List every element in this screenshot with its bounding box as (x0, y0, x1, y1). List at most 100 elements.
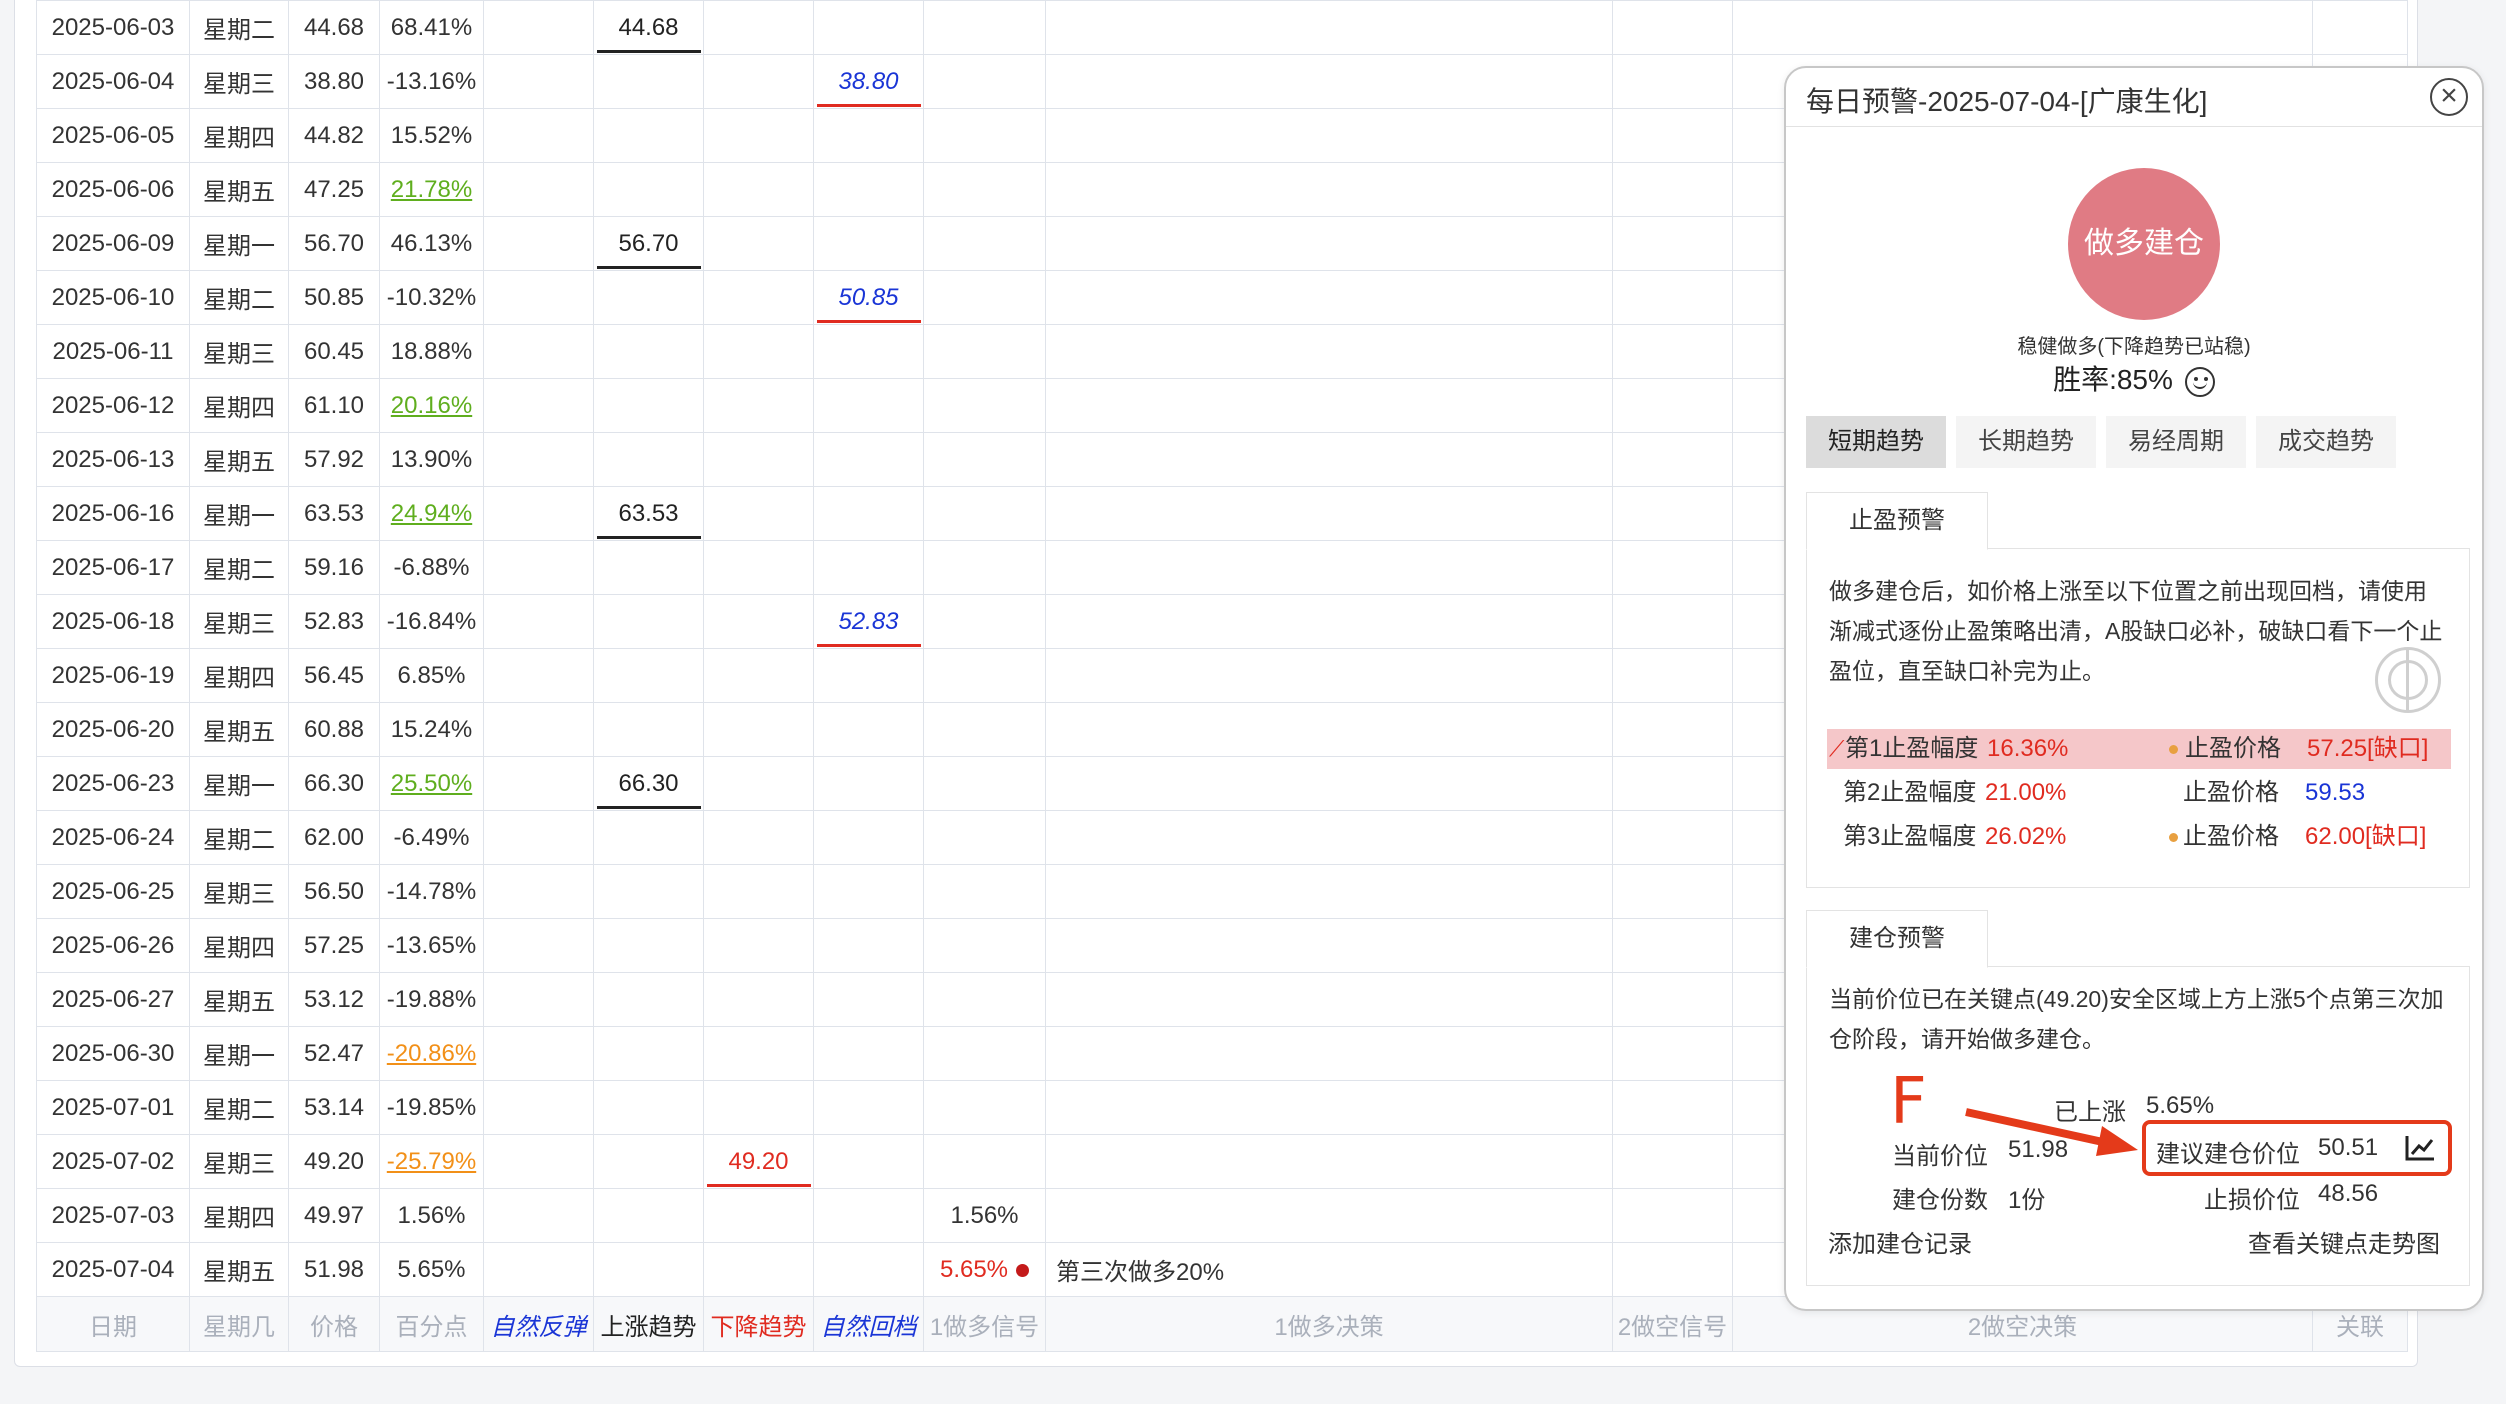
percent-cell: -25.79% (379, 1134, 484, 1189)
tab-long-term[interactable]: 长期趋势 (1956, 416, 2096, 468)
up-trend-value: 56.70 (596, 219, 701, 269)
footer-header-cell[interactable]: 价格 (288, 1296, 380, 1352)
up-trend-cell (593, 594, 704, 649)
percent-value: -10.32% (386, 283, 477, 311)
price-cell: 47.25 (288, 162, 380, 217)
build-text: 当前价位已在关键点(49.20)安全区域上方上涨5个点第三次加仓阶段，请开始做多… (1829, 986, 2444, 1052)
weekday-cell: 星期二 (189, 0, 289, 55)
pullback-value: 50.85 (816, 273, 921, 323)
tab-yijing-cycle[interactable]: 易经周期 (2106, 416, 2246, 468)
gap-dot-icon (2169, 833, 2178, 842)
footer-header-cell[interactable]: 百分点 (379, 1296, 484, 1352)
natural-rebound-cell (483, 216, 594, 271)
long-signal-cell (923, 756, 1046, 811)
footer-header-cell[interactable]: 2做空信号 (1612, 1296, 1733, 1352)
long-decision-value: 第三次做多20% (1056, 1259, 1225, 1286)
up-trend-cell (593, 1242, 704, 1297)
date-cell: 2025-06-16 (36, 486, 190, 541)
down-trend-cell (703, 378, 814, 433)
build-tab[interactable]: 建仓预警 (1806, 910, 1988, 968)
percent-value: 1.56% (397, 1201, 466, 1229)
natural-pullback-cell (813, 324, 924, 379)
footer-header-cell[interactable]: 自然反弹 (483, 1296, 594, 1352)
natural-rebound-cell (483, 378, 594, 433)
short-signal-cell (1612, 1188, 1733, 1243)
natural-rebound-cell (483, 162, 594, 217)
annotation-arrow-icon (1965, 1108, 2138, 1156)
take-profit-tab[interactable]: 止盈预警 (1806, 492, 1988, 550)
footer-header-cell[interactable]: 下降趋势 (703, 1296, 814, 1352)
natural-rebound-cell (483, 810, 594, 865)
footer-header-cell[interactable]: 1做多决策 (1045, 1296, 1613, 1352)
long-signal-value: 1.56% (950, 1201, 1019, 1229)
date-cell: 2025-07-04 (36, 1242, 190, 1297)
natural-rebound-cell (483, 54, 594, 109)
suggest-price-value: 50.51 (2318, 1134, 2379, 1161)
take-profit-level-3: 第3止盈幅度 26.02% 止盈价格 62.00[缺口] (1829, 817, 2449, 857)
natural-pullback-cell (813, 108, 924, 163)
date-cell: 2025-06-30 (36, 1026, 190, 1081)
date-cell: 2025-06-17 (36, 540, 190, 595)
percent-value: -13.16% (386, 67, 477, 95)
related-cell (2312, 0, 2408, 55)
tab-volume-trend[interactable]: 成交趋势 (2256, 416, 2396, 468)
natural-rebound-cell (483, 1188, 594, 1243)
short-signal-cell (1612, 270, 1733, 325)
price-cell: 56.50 (288, 864, 380, 919)
percent-cell: 24.94% (379, 486, 484, 541)
up-trend-cell: 44.68 (593, 0, 704, 55)
price-cell: 52.83 (288, 594, 380, 649)
natural-rebound-cell (483, 1242, 594, 1297)
natural-pullback-cell (813, 1242, 924, 1297)
add-record-link[interactable]: 添加建仓记录 (1828, 1224, 1972, 1259)
natural-pullback-cell (813, 864, 924, 919)
footer-header-cell[interactable]: 自然回档 (813, 1296, 924, 1352)
footer-header-cell[interactable]: 上涨趋势 (593, 1296, 704, 1352)
natural-pullback-cell: 52.83 (813, 594, 924, 649)
level-price: 62.00[缺口] (2305, 823, 2427, 850)
percent-cell: 6.85% (379, 648, 484, 703)
footer-header-cell[interactable]: 日期 (36, 1296, 190, 1352)
natural-pullback-cell (813, 432, 924, 487)
percent-value[interactable]: 20.16% (391, 392, 472, 419)
long-signal-cell (923, 54, 1046, 109)
down-trend-cell (703, 432, 814, 487)
date-cell: 2025-07-02 (36, 1134, 190, 1189)
natural-pullback-cell (813, 972, 924, 1027)
weekday-cell: 星期三 (189, 594, 289, 649)
percent-value[interactable]: 21.78% (391, 176, 472, 203)
long-signal-cell (923, 918, 1046, 973)
price-cell: 44.82 (288, 108, 380, 163)
date-cell: 2025-06-18 (36, 594, 190, 649)
percent-value[interactable]: 24.94% (391, 500, 472, 527)
price-cell: 62.00 (288, 810, 380, 865)
tab-short-term[interactable]: 短期趋势 (1806, 416, 1946, 468)
long-signal-cell (923, 540, 1046, 595)
short-signal-cell (1612, 1134, 1733, 1189)
down-trend-cell (703, 270, 814, 325)
percent-value: -16.84% (386, 607, 477, 635)
footer-header-cell[interactable]: 1做多信号 (923, 1296, 1046, 1352)
up-trend-cell (593, 270, 704, 325)
weekday-cell: 星期一 (189, 1026, 289, 1081)
up-trend-cell (593, 162, 704, 217)
up-trend-cell: 63.53 (593, 486, 704, 541)
footer-header-cell[interactable]: 星期几 (189, 1296, 289, 1352)
natural-rebound-cell (483, 270, 594, 325)
percent-value[interactable]: 25.50% (391, 770, 472, 797)
percent-cell: 20.16% (379, 378, 484, 433)
view-chart-link[interactable]: 查看关键点走势图 (2248, 1224, 2440, 1259)
percent-value[interactable]: -25.79% (387, 1148, 476, 1175)
up-trend-cell (593, 1080, 704, 1135)
trend-chart-icon[interactable] (2404, 1134, 2436, 1162)
smiley-icon (2184, 366, 2215, 397)
suggest-price-label: 建议建仓价位 (2156, 1141, 2300, 1168)
percent-value: 15.24% (390, 715, 473, 743)
level-pct: 16.36% (1987, 735, 2069, 762)
date-cell: 2025-06-03 (36, 0, 190, 55)
natural-rebound-cell (483, 432, 594, 487)
level-price: 57.25[缺口] (2307, 735, 2429, 762)
percent-value[interactable]: -20.86% (387, 1040, 476, 1067)
percent-cell: 15.24% (379, 702, 484, 757)
close-icon[interactable]: × (2430, 78, 2468, 116)
